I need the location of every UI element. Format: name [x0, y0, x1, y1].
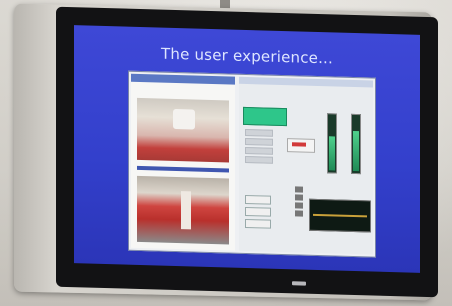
controller-pane — [239, 76, 373, 255]
device-object — [173, 108, 195, 130]
toggle-column — [295, 186, 303, 226]
camera-pane — [131, 73, 235, 251]
green-status-button — [243, 106, 287, 127]
camera-divider-bar — [137, 165, 229, 173]
small-button — [245, 194, 271, 205]
small-button — [245, 218, 271, 229]
small-button — [245, 206, 271, 217]
level-meter-right — [351, 113, 361, 175]
control-rows — [245, 128, 273, 166]
app-window-screenshot — [128, 70, 376, 258]
device-object — [181, 191, 191, 230]
temperature-display — [287, 138, 315, 153]
scope-display — [309, 198, 371, 233]
slide-title: The user experience... — [161, 44, 333, 68]
tv-screen: The user experience... — [74, 25, 420, 273]
camera-view-bottom — [137, 175, 229, 245]
tv-brand-logo — [292, 281, 306, 286]
level-meter-left — [327, 113, 337, 174]
controller-titlebar — [239, 76, 373, 88]
camera-view-top — [137, 97, 229, 163]
camera-pane-titlebar — [131, 73, 235, 85]
